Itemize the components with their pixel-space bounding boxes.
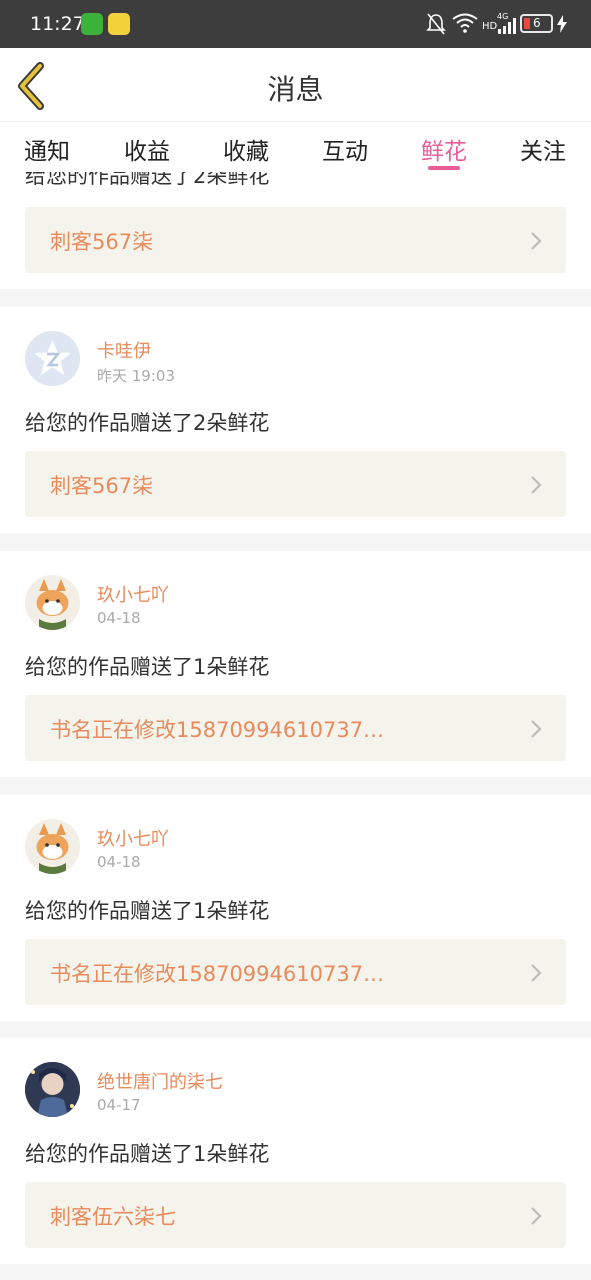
- book-link[interactable]: 刺客567柒: [25, 451, 566, 517]
- chevron-right-icon: [531, 964, 542, 982]
- book-link[interactable]: 书名正在修改15870994610737…: [25, 939, 566, 1005]
- message-text: 给您的作品赠送了2朵鲜花: [25, 411, 270, 435]
- signal-icon: [498, 18, 516, 34]
- chevron-right-icon: [531, 476, 542, 494]
- status-time: 11:27: [30, 13, 85, 35]
- wechat-notification-icon: [81, 13, 103, 35]
- username[interactable]: 玖小七吖: [97, 825, 169, 851]
- message-time: 04-17: [97, 1096, 141, 1114]
- status-bar: 11:27 HD 4G 6: [0, 0, 591, 48]
- tab-notifications[interactable]: 通知: [12, 132, 82, 166]
- message-text: 给您的作品赠送了1朵鲜花: [25, 655, 270, 679]
- battery-icon: 6: [520, 14, 553, 33]
- book-link[interactable]: 书名正在修改15870994610737…: [25, 695, 566, 761]
- list-item: 给您的作品赠送了2朵鲜花 刺客567柒: [0, 172, 591, 289]
- user-avatar[interactable]: [25, 331, 80, 386]
- tab-favorites[interactable]: 收藏: [211, 132, 281, 166]
- username[interactable]: 绝世唐门的柒七: [97, 1068, 223, 1094]
- app-notification-icon: [108, 13, 130, 35]
- shiba-dog-avatar: [25, 819, 80, 874]
- list-item: 玖小七吖 04-18 给您的作品赠送了1朵鲜花 书名正在修改1587099461…: [0, 795, 591, 1021]
- tab-flowers[interactable]: 鲜花: [409, 132, 479, 166]
- tab-bar: 通知 收益 收藏 互动 鲜花 关注: [0, 122, 591, 172]
- default-star-avatar: [25, 331, 80, 386]
- wifi-icon: [452, 13, 478, 33]
- message-text: 给您的作品赠送了1朵鲜花: [25, 899, 270, 923]
- user-avatar[interactable]: [25, 1062, 80, 1117]
- user-avatar[interactable]: [25, 819, 80, 874]
- list-item: 卡哇伊 昨天 19:03 给您的作品赠送了2朵鲜花 刺客567柒: [0, 307, 591, 533]
- chevron-right-icon: [531, 232, 542, 250]
- message-text: 给您的作品赠送了1朵鲜花: [25, 1142, 270, 1166]
- book-link[interactable]: 刺客伍六柒七: [25, 1182, 566, 1248]
- charging-icon: [557, 15, 567, 33]
- tab-interactions[interactable]: 互动: [310, 132, 380, 166]
- user-avatar[interactable]: [25, 575, 80, 630]
- message-time: 昨天 19:03: [97, 367, 175, 385]
- message-list[interactable]: 给您的作品赠送了2朵鲜花 刺客567柒 卡哇伊 昨天 19:03 给您的作品赠送…: [0, 172, 591, 1280]
- anime-character-avatar: [25, 1062, 80, 1117]
- tab-follows[interactable]: 关注: [508, 132, 578, 166]
- book-title: 刺客伍六柒七: [50, 1205, 176, 1229]
- shiba-dog-avatar: [25, 575, 80, 630]
- username[interactable]: 卡哇伊: [97, 337, 151, 363]
- header-bar: 消息: [0, 48, 591, 122]
- list-item: 玖小七吖 04-18 给您的作品赠送了1朵鲜花 书名正在修改1587099461…: [0, 551, 591, 777]
- chevron-right-icon: [531, 1207, 542, 1225]
- book-title: 书名正在修改15870994610737…: [50, 962, 385, 986]
- battery-level: 6: [533, 16, 541, 30]
- message-time: 04-18: [97, 853, 141, 871]
- chevron-right-icon: [531, 720, 542, 738]
- muted-bell-icon: [426, 13, 446, 35]
- book-link[interactable]: 刺客567柒: [25, 207, 566, 273]
- book-title: 刺客567柒: [50, 474, 154, 498]
- message-time: 04-18: [97, 609, 141, 627]
- tab-earnings[interactable]: 收益: [112, 132, 182, 166]
- book-title: 刺客567柒: [50, 230, 154, 254]
- active-tab-indicator: [428, 166, 460, 170]
- message-text: 给您的作品赠送了2朵鲜花: [25, 172, 270, 188]
- book-title: 书名正在修改15870994610737…: [50, 718, 385, 742]
- page-title: 消息: [267, 73, 324, 106]
- hd-label: HD: [482, 21, 498, 32]
- list-item: 绝世唐门的柒七 04-17 给您的作品赠送了1朵鲜花 刺客伍六柒七: [0, 1038, 591, 1264]
- username[interactable]: 玖小七吖: [97, 581, 169, 607]
